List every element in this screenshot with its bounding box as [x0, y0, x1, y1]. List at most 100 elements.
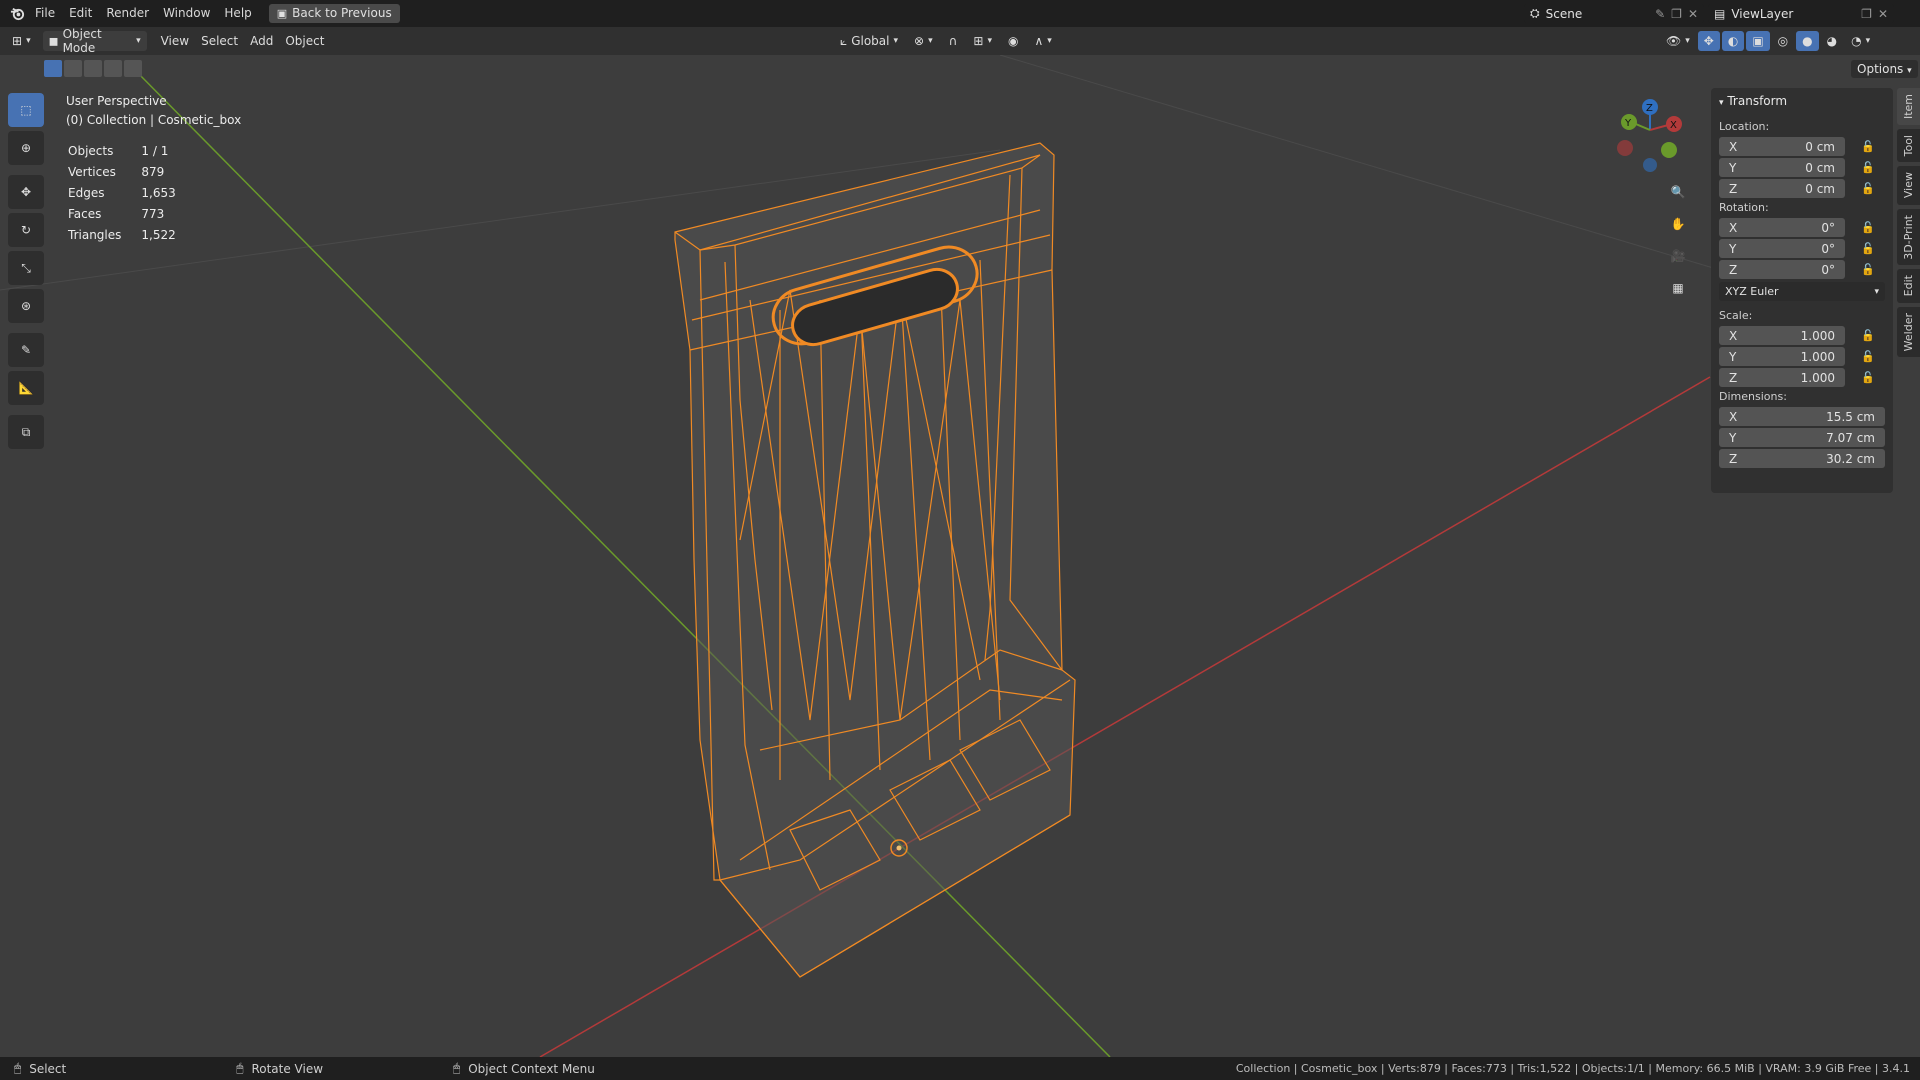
- view-layer-selector[interactable]: ▤ ViewLayer ❐ ✕: [1708, 4, 1894, 23]
- scale-x-field[interactable]: X 1.000: [1719, 326, 1845, 345]
- rotate-tool[interactable]: ↻: [8, 213, 44, 247]
- select-box-tool[interactable]: ⬚: [8, 93, 44, 127]
- transform-tool[interactable]: ⊛: [8, 289, 44, 323]
- magnet-icon: ∩: [948, 34, 958, 48]
- close-icon[interactable]: ✕: [1688, 7, 1698, 21]
- lock-icon[interactable]: 🔓: [1861, 242, 1879, 255]
- options-dropdown[interactable]: Options ▾: [1851, 60, 1918, 78]
- editor-type-dropdown[interactable]: ⊞ ▾: [6, 31, 37, 51]
- lock-icon[interactable]: 🔓: [1861, 161, 1879, 174]
- xray-toggle[interactable]: ▣: [1746, 31, 1770, 51]
- lock-icon[interactable]: 🔓: [1861, 329, 1879, 342]
- menu-add[interactable]: Add: [244, 31, 279, 51]
- shading-wireframe[interactable]: ◎: [1772, 31, 1794, 51]
- tab-item[interactable]: Item: [1897, 88, 1920, 126]
- chevron-down-icon: ▾: [1047, 36, 1052, 46]
- tab-label: View: [1902, 172, 1915, 199]
- lock-icon[interactable]: 🔓: [1861, 263, 1879, 276]
- move-tool[interactable]: ✥: [8, 175, 44, 209]
- axis-label: Z: [1729, 262, 1738, 277]
- snap-target-dropdown[interactable]: ⊞ ▾: [967, 31, 998, 51]
- rotation-z-field[interactable]: Z 0°: [1719, 260, 1845, 279]
- lock-icon[interactable]: 🔓: [1861, 350, 1879, 363]
- field-value: 7.07 cm: [1826, 430, 1875, 445]
- ortho-toggle-button[interactable]: ▦: [1664, 274, 1692, 302]
- overlay-toggle[interactable]: ◐: [1721, 31, 1745, 51]
- status-context-label: Object Context Menu: [468, 1061, 595, 1076]
- pin-icon[interactable]: ✎: [1655, 7, 1665, 21]
- proportional-edit-toggle[interactable]: ◉: [1002, 31, 1024, 51]
- field-value: 0 cm: [1805, 160, 1835, 175]
- location-y-field[interactable]: Y 0 cm: [1719, 158, 1845, 177]
- dimension-x-field[interactable]: X 15.5 cm: [1719, 407, 1885, 426]
- scale-z-field[interactable]: Z 1.000: [1719, 368, 1845, 387]
- tab-3d-print[interactable]: 3D-Print: [1897, 208, 1920, 266]
- falloff-dropdown[interactable]: ∧ ▾: [1028, 31, 1057, 51]
- lock-icon[interactable]: 🔓: [1861, 140, 1879, 153]
- back-to-previous-label: Back to Previous: [292, 6, 392, 20]
- rotation-y-field[interactable]: Y 0°: [1719, 239, 1845, 258]
- remove-view-layer-icon[interactable]: ✕: [1878, 7, 1888, 21]
- field-value: 1.000: [1800, 370, 1835, 385]
- dimension-y-field[interactable]: Y 7.07 cm: [1719, 428, 1885, 447]
- lock-icon[interactable]: 🔓: [1861, 221, 1879, 234]
- stat-value: 1 / 1: [141, 144, 169, 158]
- back-to-previous-button[interactable]: ▣ Back to Previous: [268, 4, 400, 23]
- select-extend-button[interactable]: [64, 60, 82, 77]
- rotation-mode-value: XYZ Euler: [1725, 285, 1779, 298]
- rotation-mode-dropdown[interactable]: XYZ Euler ▾: [1719, 282, 1885, 301]
- pan-button[interactable]: ✋: [1664, 210, 1692, 238]
- measure-tool[interactable]: 📐: [8, 371, 44, 405]
- camera-view-button[interactable]: 🎥: [1664, 242, 1692, 270]
- pivot-point-dropdown[interactable]: ⊗ ▾: [908, 31, 939, 51]
- location-x-field[interactable]: X 0 cm: [1719, 137, 1845, 156]
- select-intersect-button[interactable]: [124, 60, 142, 77]
- tab-welder[interactable]: Welder: [1897, 306, 1920, 357]
- location-z-field[interactable]: Z 0 cm: [1719, 179, 1845, 198]
- shading-rendered[interactable]: ◔ ▾: [1845, 31, 1876, 51]
- transform-header[interactable]: ▾ Transform: [1719, 94, 1885, 108]
- scale-y-field[interactable]: Y 1.000: [1719, 347, 1845, 366]
- shading-solid[interactable]: ●: [1796, 31, 1819, 51]
- menu-render[interactable]: Render: [99, 0, 156, 27]
- blender-logo-icon[interactable]: [6, 6, 28, 21]
- snap-toggle[interactable]: ∩: [943, 31, 964, 51]
- menu-select[interactable]: Select: [195, 31, 244, 51]
- annotate-tool[interactable]: ✎: [8, 333, 44, 367]
- shading-material[interactable]: ◕: [1821, 31, 1843, 51]
- tab-view[interactable]: View: [1897, 166, 1920, 205]
- menu-object[interactable]: Object: [279, 31, 330, 51]
- select-invert-button[interactable]: [104, 60, 122, 77]
- menu-edit[interactable]: Edit: [62, 0, 99, 27]
- new-scene-icon[interactable]: ❐: [1671, 7, 1682, 21]
- new-view-layer-icon[interactable]: ❐: [1861, 7, 1872, 21]
- zoom-button[interactable]: 🔍: [1664, 178, 1692, 206]
- rotation-x-field[interactable]: X 0°: [1719, 218, 1845, 237]
- status-select-label: Select: [29, 1061, 67, 1076]
- status-bar: 🖱 Select 🖱 Rotate View 🖱 Object Context Men…: [0, 1057, 1920, 1080]
- visibility-dropdown[interactable]: 👁 ▾: [1660, 31, 1696, 51]
- menu-window[interactable]: Window: [156, 0, 217, 27]
- menu-help[interactable]: Help: [217, 0, 258, 27]
- scene-selector[interactable]: ⛭ Scene ✎ ❐ ✕: [1524, 4, 1704, 23]
- navigation-gizmo[interactable]: Z X Y: [1617, 99, 1682, 172]
- add-cube-tool[interactable]: ⧉: [8, 415, 44, 449]
- cursor-tool[interactable]: ⊕: [8, 131, 44, 165]
- tab-edit[interactable]: Edit: [1897, 269, 1920, 303]
- lock-icon[interactable]: 🔓: [1861, 371, 1879, 384]
- scale-icon: ⤡: [21, 260, 31, 275]
- 3d-viewport[interactable]: Z X Y Options ▾: [0, 55, 1920, 1057]
- select-subtract-button[interactable]: [84, 60, 102, 77]
- dimensions-label: Dimensions:: [1719, 390, 1787, 403]
- select-new-button[interactable]: [44, 60, 62, 77]
- view-perspective-label: User Perspective: [66, 94, 167, 108]
- menu-view[interactable]: View: [155, 31, 195, 51]
- lock-icon[interactable]: 🔓: [1861, 182, 1879, 195]
- gizmo-toggle[interactable]: ✥: [1697, 31, 1720, 51]
- transform-orientation-dropdown[interactable]: ⟀ Global ▾: [834, 31, 904, 51]
- scale-tool[interactable]: ⤡: [8, 251, 44, 285]
- menu-file[interactable]: File: [28, 0, 62, 27]
- mode-dropdown[interactable]: ◼ Object Mode ▾: [42, 27, 147, 55]
- dimension-z-field[interactable]: Z 30.2 cm: [1719, 449, 1885, 468]
- tab-tool[interactable]: Tool: [1897, 129, 1920, 163]
